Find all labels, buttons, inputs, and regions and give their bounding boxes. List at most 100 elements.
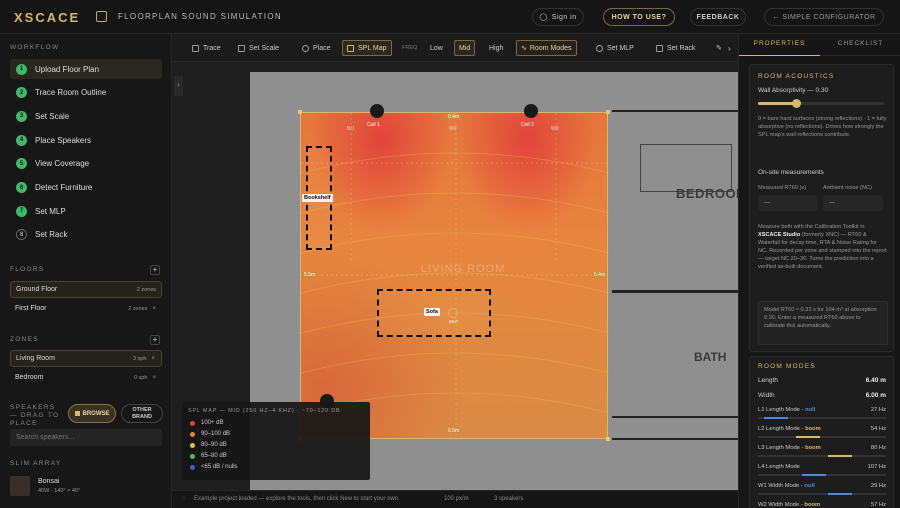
corner-handle[interactable] (606, 437, 610, 441)
cal-text-1: Measure both with the Calibration Toolki… (758, 224, 865, 230)
floor-item-first[interactable]: First Floor 2 zones × (10, 300, 162, 317)
room-modes-tool[interactable]: ∿ Room Modes (516, 40, 577, 56)
delete-zone-icon[interactable]: × (152, 375, 156, 381)
step-number: 4 (16, 134, 27, 146)
step-number: 1 (16, 63, 27, 75)
mode-tag: boom (805, 426, 821, 432)
spl-legend: SPL MAP — MID (250 HZ–4 KHZ) · ~70–120 D… (182, 402, 370, 480)
set-rack-tool[interactable]: Set Rack (652, 40, 699, 56)
mlp-marker[interactable] (448, 308, 458, 318)
mlp-label: MLP (449, 319, 459, 324)
corner-handle[interactable] (298, 110, 302, 114)
chevron-right-icon: › (728, 43, 731, 53)
set-scale-label: Set Scale (249, 44, 279, 52)
sidebar-toggle-icon[interactable] (96, 11, 107, 22)
set-scale-tool[interactable]: Set Scale (234, 40, 283, 56)
speaker-thumbnail[interactable] (10, 476, 30, 496)
mode-bar (758, 455, 886, 457)
place-icon (302, 44, 309, 52)
mode-label: L2 Length Mode - boom (758, 426, 821, 432)
delete-floor-icon[interactable]: × (152, 306, 156, 312)
bedroom-label: BEDROOM (676, 186, 738, 201)
mode-frequency: 27 Hz (870, 407, 886, 413)
slider-handle[interactable] (791, 99, 801, 108)
workflow-step[interactable]: 7 Set MLP (10, 201, 162, 221)
mode-row: W1 Width Mode - null 29 Hz (758, 483, 886, 489)
mode-label: W2 Width Mode - boom (758, 502, 821, 508)
floor-item-ground[interactable]: Ground Floor 2 zones (10, 281, 162, 298)
legend-label: 80–90 dB (201, 442, 227, 448)
freq-high-button[interactable]: High (485, 40, 507, 56)
wave-ring (301, 352, 609, 374)
speaker-label: Ceil 2 (521, 122, 534, 128)
spl-heatmap[interactable]: LIVING ROOM W1 W2 W3 (300, 112, 609, 440)
wall (612, 416, 738, 418)
workflow-step[interactable]: 6 Detect Furniture (10, 178, 162, 198)
feedback-button[interactable]: FEEDBACK (690, 8, 746, 26)
zone-name: Bedroom (15, 374, 44, 381)
dimension-top: 0.4m (446, 114, 462, 120)
browse-button[interactable]: BROWSE (68, 404, 116, 423)
legend-dot (190, 420, 195, 426)
set-mlp-label: Set MLP (607, 44, 634, 52)
absorptivity-slider[interactable] (758, 99, 884, 108)
workflow-step[interactable]: 1 Upload Floor Plan (10, 59, 162, 79)
workflow-step[interactable]: 3 Set Scale (10, 106, 162, 126)
freq-low-button[interactable]: Low (426, 40, 447, 56)
tab-checklist[interactable]: CHECKLIST (820, 34, 900, 56)
floorplan-canvas[interactable]: ‹ › BEDROOM BATH LIVING ROOM W1 W2 W3 0.… (172, 62, 738, 490)
collapse-left-button[interactable]: ‹ (174, 76, 183, 96)
step-label: Set Rack (35, 230, 68, 240)
freq-mid-button[interactable]: Mid (454, 40, 476, 56)
workflow-step[interactable]: 4 Place Speakers (10, 130, 162, 150)
mode-name: L2 Length Mode (758, 426, 800, 432)
workflow-step[interactable]: 5 View Coverage (10, 154, 162, 174)
modes-title: ROOM MODES (758, 363, 816, 370)
other-brand-button[interactable]: OTHER BRAND (121, 404, 163, 423)
how-to-use-button[interactable]: HOW TO USE? (603, 8, 675, 26)
delete-zone-icon[interactable]: × (151, 356, 155, 362)
simple-configurator-button[interactable]: ← SIMPLE CONFIGURATOR (764, 8, 884, 26)
wall-mark-w1: W1 (347, 126, 355, 132)
width-row: Width 6.00 m (758, 392, 886, 399)
sign-in-button[interactable]: ◯ Sign in (532, 8, 584, 26)
set-mlp-tool[interactable]: Set MLP (592, 40, 638, 56)
zone-item-living[interactable]: Living Room 3 sph × (10, 350, 162, 367)
sofa-label: Sofa (424, 308, 440, 316)
length-value: 6.40 m (865, 377, 886, 384)
product-name[interactable]: Bonsai (38, 478, 59, 485)
wave-icon: ∿ (521, 45, 527, 52)
set-rack-label: Set Rack (667, 44, 696, 52)
trace-icon (192, 44, 199, 52)
tab-properties[interactable]: PROPERTIES (739, 34, 820, 56)
spl-map-label: SPL Map (358, 44, 387, 52)
add-zone-button[interactable]: + (150, 335, 160, 345)
workflow-step[interactable]: 8 Set Rack (10, 225, 162, 245)
mode-tag: boom (804, 502, 821, 508)
step-label: Set MLP (35, 206, 66, 216)
speaker-ceil2[interactable] (524, 104, 538, 118)
dimension-bottom: 6.5m (446, 428, 462, 434)
spl-map-tool[interactable]: SPL Map (342, 40, 392, 56)
speaker-search-input[interactable] (10, 429, 162, 446)
app-logo[interactable]: XSCACE (14, 10, 80, 25)
mode-name: L3 Length Mode (758, 445, 800, 451)
place-tool[interactable]: Place (298, 40, 335, 56)
wave-ring (301, 232, 609, 254)
corner-handle[interactable] (606, 110, 610, 114)
trace-tool[interactable]: Trace (188, 40, 225, 56)
mode-row: L2 Length Mode - boom 54 Hz (758, 426, 886, 432)
speaker-label: Ceil 1 (367, 122, 380, 128)
zone-item-bedroom[interactable]: Bedroom 0 sph × (10, 369, 162, 386)
speaker-ceil1[interactable] (370, 104, 384, 118)
status-message: Example project loaded — explore the too… (194, 496, 399, 502)
rt60-input[interactable]: — (758, 195, 818, 211)
workflow-step[interactable]: 2 Trace Room Outline (10, 83, 162, 103)
noise-input[interactable]: — (823, 195, 883, 211)
toolbar-scroll-right[interactable]: › (724, 40, 735, 56)
add-floor-button[interactable]: + (150, 265, 160, 275)
wall (612, 438, 738, 440)
cal-studio-link[interactable]: XSCACE Studio (758, 232, 800, 238)
step-label: Place Speakers (35, 135, 92, 145)
slim-array-label: SLIM ARRAY (10, 460, 62, 467)
